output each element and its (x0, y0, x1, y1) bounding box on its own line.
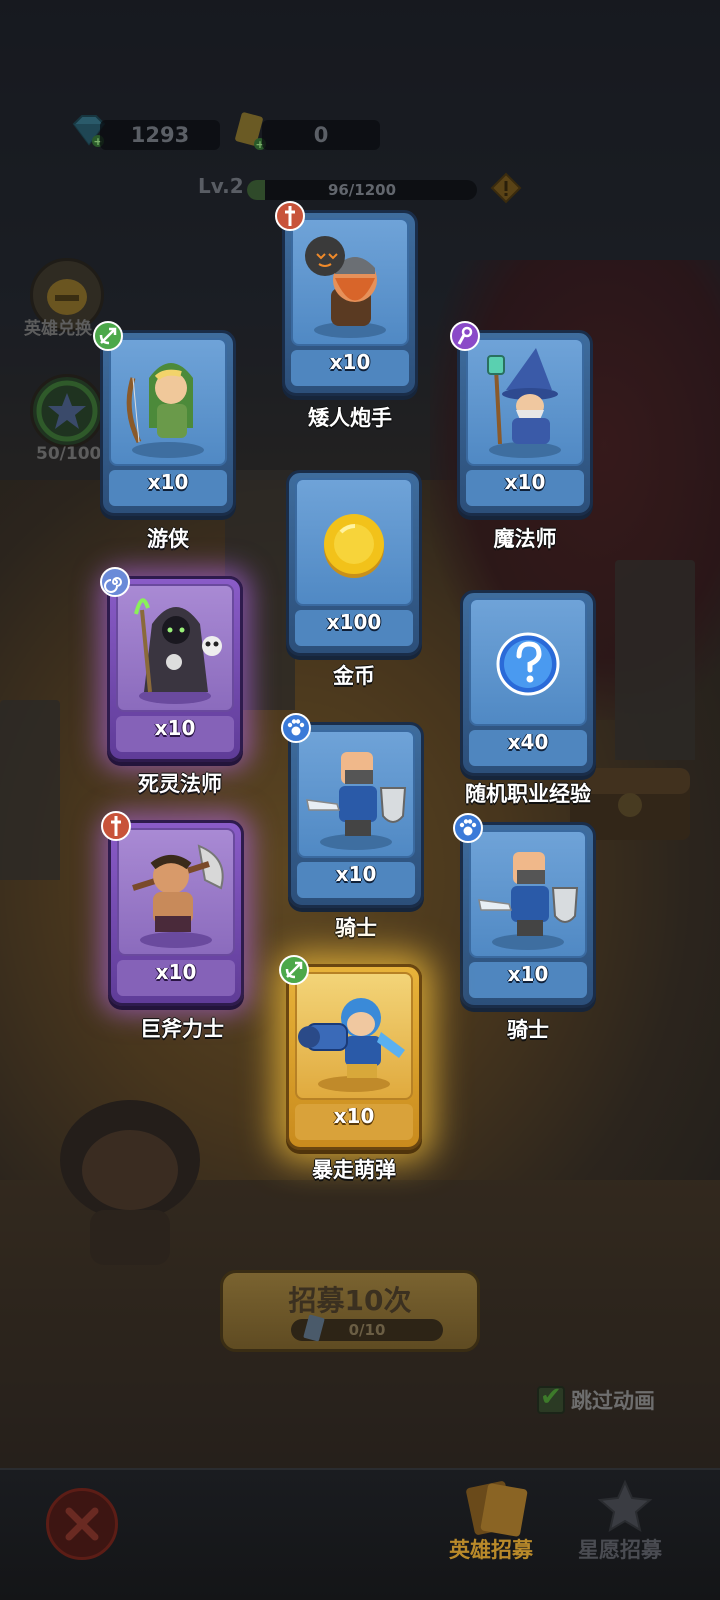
gold-coin-icon (324, 514, 384, 578)
spiral-class-icon (100, 567, 130, 597)
card-name: 骑士 (507, 1018, 549, 1042)
reward-card-random-exp[interactable]: x40 (460, 590, 596, 776)
paw-class-icon (281, 713, 311, 743)
card-quantity: x10 (507, 962, 549, 986)
xp-progress-bar: 96/1200 (247, 180, 477, 200)
card-quantity: x40 (507, 730, 549, 754)
card-name: 随机职业经验 (465, 782, 591, 806)
recruit-10-label: 招募10次 (288, 1284, 412, 1317)
necromancer-icon (134, 598, 222, 704)
card-quantity: x100 (326, 610, 382, 634)
knight-icon (306, 752, 407, 850)
close-button[interactable] (46, 1488, 118, 1560)
bow-class-icon (279, 955, 309, 985)
xp-text: 96/1200 (327, 181, 397, 199)
card-name: 暴走萌弹 (312, 1158, 396, 1182)
gem-count: 1293 (130, 123, 190, 147)
star-wish-progress-button[interactable] (30, 374, 104, 448)
ranger-icon (126, 363, 204, 458)
card-quantity: x10 (154, 716, 196, 740)
tab-star-wish[interactable]: 星愿招募 (578, 1534, 662, 1564)
reward-card-knight[interactable]: x10 (281, 713, 424, 908)
player-level: Lv.2 (198, 174, 244, 198)
hero-recruit-tab-icon (466, 1481, 528, 1537)
reward-card-ranger[interactable]: x10 (93, 321, 236, 516)
card-name: 魔法师 (493, 527, 557, 551)
card-name: 骑士 (335, 916, 377, 940)
magic-class-icon (450, 321, 480, 351)
bow-class-icon (93, 321, 123, 351)
card-name: 金币 (333, 664, 375, 688)
knight-icon (478, 852, 579, 950)
card-quantity: x10 (333, 1104, 375, 1128)
card-quantity: x10 (155, 960, 197, 984)
card-name: 矮人炮手 (308, 406, 392, 430)
star-wish-tab-icon (597, 1479, 653, 1533)
paw-class-icon (453, 813, 483, 843)
card-quantity: x10 (329, 350, 371, 374)
reward-card-dwarf-gunner[interactable]: x10 (275, 201, 418, 396)
star-icon (36, 380, 98, 442)
card-name: 游侠 (147, 527, 189, 551)
tab-hero-recruit[interactable]: 英雄招募 (449, 1534, 533, 1564)
skip-animation-checkbox[interactable]: ✔ (537, 1382, 565, 1414)
gem-counter[interactable]: 1293 (100, 120, 220, 150)
warning-icon[interactable] (490, 172, 522, 204)
wizard-icon (487, 348, 561, 458)
crossed-swords-icon (65, 1507, 99, 1541)
ticket-icon (303, 1314, 325, 1342)
reward-card-axe-warrior[interactable]: x10 (101, 811, 244, 1006)
card-quantity: x10 (504, 470, 546, 494)
reward-card-necromancer[interactable]: x10 (100, 567, 243, 762)
hero-exchange-label: 英雄兑换 (24, 319, 92, 339)
ticket-count: 0 (313, 123, 329, 147)
card-quantity: x10 (147, 470, 189, 494)
reward-card-wizard[interactable]: x10 (450, 321, 593, 516)
star-progress-text: 50/100 (36, 444, 102, 464)
reward-card-knight[interactable]: x10 (453, 813, 596, 1008)
card-quantity: x10 (335, 862, 377, 886)
check-icon: ✔ (540, 1382, 562, 1412)
skip-animation-toggle[interactable]: ✔ 跳过动画 (537, 1382, 655, 1416)
card-name: 死灵法师 (138, 772, 222, 796)
reward-card-cannon-hero[interactable]: x10 (279, 955, 422, 1150)
skip-animation-label: 跳过动画 (571, 1389, 655, 1413)
sword-class-icon (101, 811, 131, 841)
sword-class-icon (275, 201, 305, 231)
reward-card-gold-coin[interactable]: x100 (286, 470, 422, 656)
ticket-counter[interactable]: 0 (262, 120, 380, 150)
dwarf-gunner-icon (305, 236, 386, 338)
card-name: 巨斧力士 (140, 1017, 224, 1041)
axe-warrior-icon (132, 844, 224, 948)
cannon-hero-icon (298, 998, 405, 1092)
recruit-10-button[interactable]: 招募10次 0/10 (220, 1270, 480, 1352)
question-orb-icon (496, 632, 560, 696)
